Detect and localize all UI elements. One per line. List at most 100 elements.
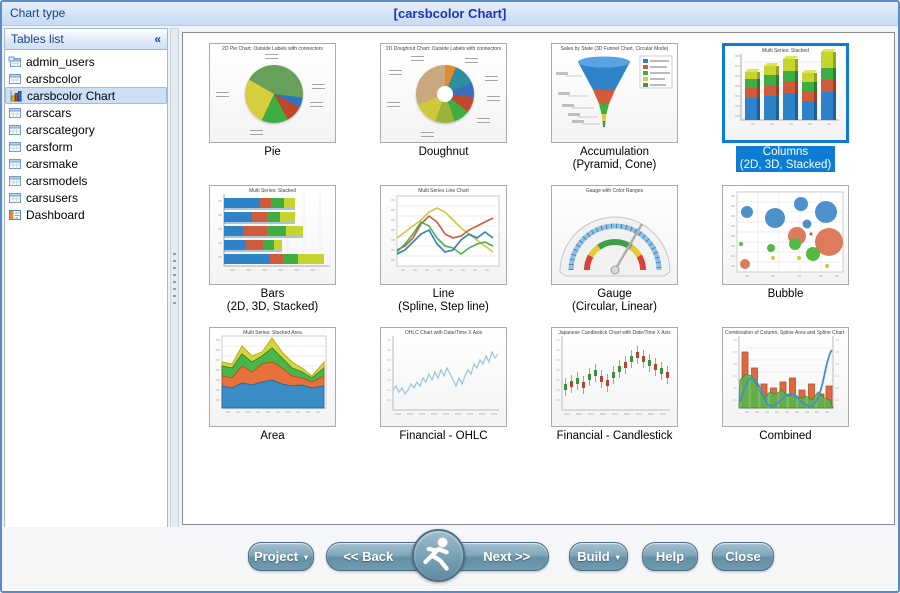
columns-graphic bbox=[725, 46, 846, 134]
thumb-caption: Pie bbox=[264, 146, 281, 159]
table-icon bbox=[8, 106, 22, 120]
chart-type-gallery-panel: 2D Pie Chart: Outside Labels with connec… bbox=[182, 32, 895, 525]
sidebar-item-carsusers[interactable]: carsusers bbox=[5, 189, 167, 206]
collapse-panel-button[interactable]: « bbox=[154, 29, 161, 49]
thumb-caption: Doughnut bbox=[419, 146, 469, 159]
table-icon bbox=[8, 157, 22, 171]
sidebar-item-label: carscars bbox=[26, 106, 71, 120]
sidebar-item-label: carscategory bbox=[26, 123, 95, 137]
funnel-graphic bbox=[552, 44, 677, 138]
bars-graphic bbox=[210, 186, 335, 276]
thumb-caption: Line(Spline, Step line) bbox=[398, 288, 489, 314]
chart-type-combined[interactable]: Combination of Column, Spline Area and S… bbox=[700, 327, 871, 469]
combined-preview-image: Combination of Column, Spline Area and S… bbox=[722, 327, 849, 427]
thumb-caption: Gauge(Circular, Linear) bbox=[572, 288, 657, 314]
chart-type-gallery: 2D Pie Chart: Outside Labels with connec… bbox=[187, 43, 871, 469]
area-preview-image: Multi Series: Stacked Area bbox=[209, 327, 336, 427]
sidebar-item-label: carsmake bbox=[26, 157, 78, 171]
build-button[interactable]: Build ▾ bbox=[569, 542, 628, 571]
close-button[interactable]: Close bbox=[712, 542, 774, 571]
next-button[interactable]: Next >> bbox=[466, 543, 549, 570]
chart-type-financial-candlestick[interactable]: Japanese Candlestick Chart with Date/Tim… bbox=[529, 327, 700, 469]
line-preview-image: Multi Series Line Chart bbox=[380, 185, 507, 285]
window-title: [carsbcolor Chart] bbox=[2, 6, 898, 21]
line-graphic bbox=[381, 186, 506, 276]
thumb-caption: Accumulation(Pyramid, Cone) bbox=[573, 146, 657, 172]
sidebar-item-carsbcolor-chart[interactable]: carsbcolor Chart bbox=[5, 87, 167, 104]
chart-type-accumulation[interactable]: Sales by State (3D Funnel Chart, Circula… bbox=[529, 43, 700, 185]
sidebar-item-label: carsusers bbox=[26, 191, 78, 205]
chart-wizard-window: Chart type [carsbcolor Chart] Tables lis… bbox=[0, 0, 900, 593]
bubble-graphic bbox=[723, 186, 848, 282]
sidebar-item-carscategory[interactable]: carscategory bbox=[5, 121, 167, 138]
gauge-graphic bbox=[552, 186, 678, 280]
chart-type-bubble[interactable]: Bubble bbox=[700, 185, 871, 327]
thumb-caption: Financial - OHLC bbox=[399, 430, 487, 443]
dropdown-caret-icon: ▾ bbox=[616, 553, 620, 562]
chart-type-line[interactable]: Multi Series Line Chart Line(Spline, Ste… bbox=[358, 185, 529, 327]
sidebar-item-label: carsbcolor bbox=[26, 72, 81, 86]
tables-list-title: Tables list bbox=[11, 32, 64, 46]
thumb-caption: Bars(2D, 3D, Stacked) bbox=[227, 288, 318, 314]
sidebar-item-label: carsform bbox=[26, 140, 73, 154]
pie-graphic bbox=[245, 65, 303, 123]
thumb-caption: Financial - Candlestick bbox=[557, 430, 673, 443]
chart-type-gauge[interactable]: Gauge with Color Ranges bbox=[529, 185, 700, 327]
thumb-caption: Bubble bbox=[768, 288, 804, 301]
tables-panel: Tables list « admin_users carsbcolor car… bbox=[4, 28, 168, 530]
gauge-preview-image: Gauge with Color Ranges bbox=[551, 185, 678, 285]
sidebar-item-carsmake[interactable]: carsmake bbox=[5, 155, 167, 172]
project-button[interactable]: Project ▾ bbox=[248, 542, 314, 571]
tables-list-header: Tables list « bbox=[5, 29, 167, 50]
sidebar-item-label: admin_users bbox=[26, 55, 95, 69]
footer-bar: Project ▾ << Back Next >> Build ▾ Help C… bbox=[2, 527, 900, 593]
sidebar-item-carsform[interactable]: carsform bbox=[5, 138, 167, 155]
table-icon bbox=[8, 123, 22, 137]
ohlc-preview-image: OHLC Chart with Date/Time X Axis bbox=[380, 327, 507, 427]
dropdown-caret-icon: ▾ bbox=[304, 553, 308, 562]
tables-list: admin_users carsbcolor carsbcolor Chart … bbox=[5, 50, 167, 223]
doughnut-graphic bbox=[416, 65, 474, 123]
chart-type-columns[interactable]: Multi Series: Stacked bbox=[700, 43, 871, 185]
sidebar-item-dashboard[interactable]: Dashboard bbox=[5, 206, 167, 223]
chart-type-doughnut[interactable]: 2D Doughnut Chart: Outside Labels with c… bbox=[358, 43, 529, 185]
pie-preview-image: 2D Pie Chart: Outside Labels with connec… bbox=[209, 43, 336, 143]
sidebar-item-label: carsbcolor Chart bbox=[27, 89, 115, 103]
chart-type-area[interactable]: Multi Series: Stacked Area Area bbox=[187, 327, 358, 469]
table-icon bbox=[8, 174, 22, 188]
table-icon bbox=[8, 72, 22, 86]
sidebar-item-label: carsmodels bbox=[26, 174, 87, 188]
candlestick-graphic bbox=[552, 328, 677, 420]
table-icon bbox=[8, 140, 22, 154]
accumulation-preview-image: Sales by State (3D Funnel Chart, Circula… bbox=[551, 43, 678, 143]
run-preview-button[interactable] bbox=[412, 529, 465, 582]
table-icon bbox=[8, 191, 22, 205]
help-button[interactable]: Help bbox=[642, 542, 698, 571]
thumb-caption: Combined bbox=[759, 430, 811, 443]
runner-icon bbox=[414, 531, 463, 580]
title-bar: Chart type [carsbcolor Chart] bbox=[2, 2, 898, 26]
splitter-grip-icon bbox=[173, 253, 176, 305]
sidebar-item-label: Dashboard bbox=[26, 208, 85, 222]
table-users-icon bbox=[8, 55, 22, 69]
columns-preview-image: Multi Series: Stacked bbox=[722, 43, 849, 143]
doughnut-preview-image: 2D Doughnut Chart: Outside Labels with c… bbox=[380, 43, 507, 143]
bars-preview-image: Multi Series: Stacked bbox=[209, 185, 336, 285]
chart-icon bbox=[9, 89, 23, 103]
sidebar-item-admin-users[interactable]: admin_users bbox=[5, 53, 167, 70]
ohlc-graphic bbox=[381, 328, 506, 420]
dashboard-icon bbox=[8, 208, 22, 222]
chart-type-financial-ohlc[interactable]: OHLC Chart with Date/Time X Axis Financi… bbox=[358, 327, 529, 469]
area-graphic bbox=[210, 328, 335, 420]
chart-type-bars[interactable]: Multi Series: Stacked Bars(2D, 3D bbox=[187, 185, 358, 327]
thumb-caption: Columns(2D, 3D, Stacked) bbox=[736, 146, 835, 172]
thumb-caption: Area bbox=[260, 430, 284, 443]
sidebar-item-carsbcolor[interactable]: carsbcolor bbox=[5, 70, 167, 87]
panel-splitter[interactable] bbox=[170, 28, 179, 530]
sidebar-item-carscars[interactable]: carscars bbox=[5, 104, 167, 121]
back-button[interactable]: << Back bbox=[327, 543, 410, 570]
bubble-preview-image bbox=[722, 185, 849, 285]
candlestick-preview-image: Japanese Candlestick Chart with Date/Tim… bbox=[551, 327, 678, 427]
chart-type-pie[interactable]: 2D Pie Chart: Outside Labels with connec… bbox=[187, 43, 358, 185]
sidebar-item-carsmodels[interactable]: carsmodels bbox=[5, 172, 167, 189]
